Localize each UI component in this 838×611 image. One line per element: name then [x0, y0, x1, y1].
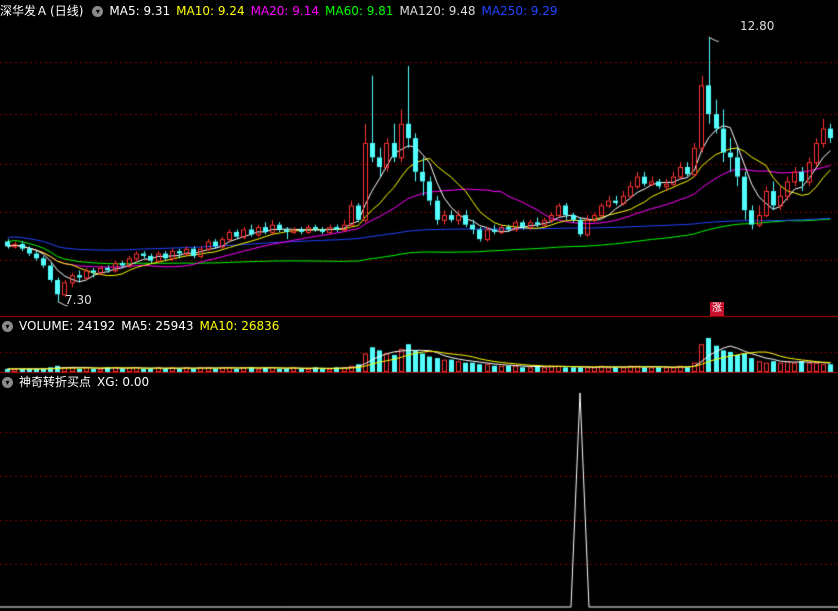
indicator-value: XG: 0.00: [97, 375, 150, 389]
high-price-label: 12.80: [740, 19, 775, 33]
volume-ma10: MA10: 26836: [199, 319, 280, 333]
ma-legend-item: MA60: 9.81: [325, 4, 394, 18]
indicator-name: 神奇转折买点: [19, 375, 92, 389]
stock-name: 深华发Ａ: [0, 4, 49, 18]
ma-legend: MA5: 9.31 MA10: 9.24 MA20: 9.14 MA60: 9.81 M…: [109, 3, 563, 19]
indicator-panel-header: ▾ 神奇转折买点 XG: 0.00: [0, 374, 155, 390]
ma-legend-item: MA20: 9.14: [250, 4, 320, 18]
collapse-icon[interactable]: ▾: [92, 5, 104, 17]
ma-legend-item: MA250: 9.29: [481, 4, 558, 18]
price-panel-header: 深华发Ａ (日线) ▾ MA5: 9.31 MA10: 9.24 MA20: 9.1…: [0, 3, 564, 19]
collapse-icon[interactable]: ▾: [2, 320, 13, 332]
volume-label: VOLUME: 24192: [19, 319, 116, 333]
ma-legend-item: MA5: 9.31: [109, 4, 171, 18]
ma-legend-item: MA10: 9.24: [176, 4, 245, 18]
ma-legend-item: MA120: 9.48: [399, 4, 476, 18]
volume-panel-header: ▾ VOLUME: 24192 MA5: 25943 MA10: 26836: [0, 318, 285, 334]
collapse-icon[interactable]: ▾: [2, 376, 13, 388]
period-label: (日线): [50, 4, 84, 18]
low-price-label: 7.30: [65, 293, 92, 307]
volume-ma5: MA5: 25943: [121, 319, 194, 333]
limit-up-badge: 涨: [710, 302, 724, 316]
